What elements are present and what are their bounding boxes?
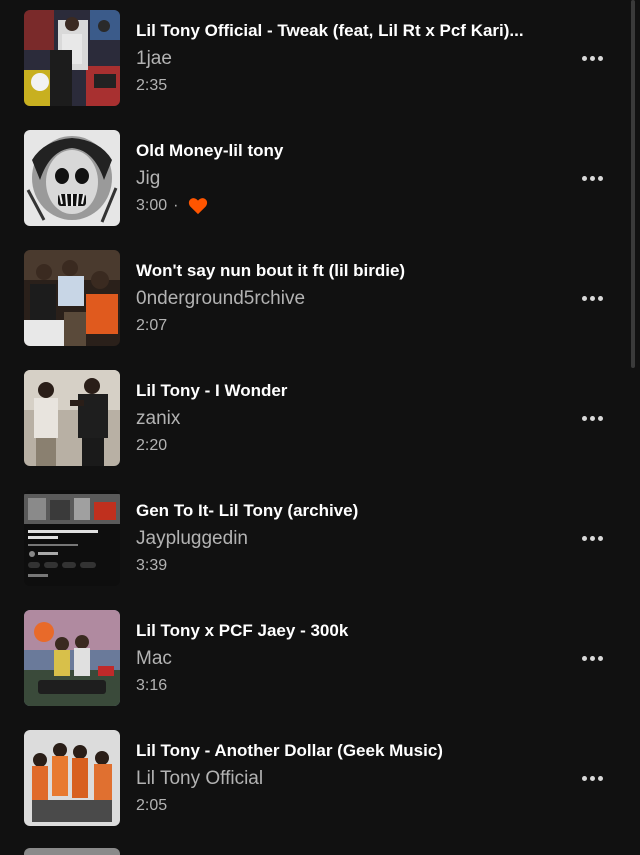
track-meta: 2:20 xyxy=(136,435,556,457)
track-row[interactable]: Gen To It- Lil Tony (archive) Jayplugged… xyxy=(0,490,640,610)
track-list: Lil Tony Official - Tweak (feat, Lil Rt … xyxy=(0,10,640,850)
track-row[interactable]: Won't say nun bout it ft (lil birdie) 0n… xyxy=(0,250,640,370)
heart-icon[interactable] xyxy=(188,197,208,215)
track-meta: 2:35 xyxy=(136,75,556,97)
track-meta: 2:05 xyxy=(136,795,556,817)
video-screenshot-artwork[interactable] xyxy=(24,490,120,586)
more-options-icon[interactable] xyxy=(576,648,608,668)
track-meta: 2:07 xyxy=(136,315,556,337)
collage-artwork[interactable] xyxy=(24,10,120,106)
track-title[interactable]: Gen To It- Lil Tony (archive) xyxy=(136,500,556,522)
track-artist[interactable]: zanix xyxy=(136,407,556,431)
track-duration: 2:07 xyxy=(136,317,168,334)
track-meta: 3:39 xyxy=(136,555,556,577)
track-duration: 2:05 xyxy=(136,797,168,814)
more-options-icon[interactable] xyxy=(576,168,608,188)
track-info: Old Money-lil tony Jig 3:00 · xyxy=(136,140,556,217)
track-info: Won't say nun bout it ft (lil birdie) 0n… xyxy=(136,260,556,337)
track-info: Lil Tony Official - Tweak (feat, Lil Rt … xyxy=(136,20,556,97)
track-duration: 3:00 xyxy=(136,197,168,214)
more-options-icon[interactable] xyxy=(576,528,608,548)
track-artist[interactable]: Mac xyxy=(136,647,556,671)
track-title[interactable]: Lil Tony x PCF Jaey - 300k xyxy=(136,620,556,642)
track-title[interactable]: Won't say nun bout it ft (lil birdie) xyxy=(136,260,556,282)
track-row[interactable]: Lil Tony Official - Tweak (feat, Lil Rt … xyxy=(0,10,640,130)
more-options-icon[interactable] xyxy=(576,768,608,788)
track-duration: 3:39 xyxy=(136,557,168,574)
partial-artwork xyxy=(24,848,120,855)
track-info: Lil Tony x PCF Jaey - 300k Mac 3:16 xyxy=(136,620,556,697)
two-people-photo-artwork[interactable] xyxy=(24,370,120,466)
track-duration: 3:16 xyxy=(136,677,168,694)
track-artist[interactable]: Lil Tony Official xyxy=(136,767,556,791)
track-title[interactable]: Lil Tony - Another Dollar (Geek Music) xyxy=(136,740,556,762)
track-row[interactable]: Lil Tony - I Wonder zanix 2:20 xyxy=(0,370,640,490)
track-meta: 3:00 · xyxy=(136,195,556,217)
track-artist[interactable]: Jaypluggedin xyxy=(136,527,556,551)
horror-face-artwork[interactable] xyxy=(24,130,120,226)
track-row[interactable]: Lil Tony x PCF Jaey - 300k Mac 3:16 xyxy=(0,610,640,730)
track-artist[interactable]: 0nderground5rchive xyxy=(136,287,556,311)
track-info: Lil Tony - I Wonder zanix 2:20 xyxy=(136,380,556,457)
track-info: Lil Tony - Another Dollar (Geek Music) L… xyxy=(136,740,556,817)
group-orange-artwork[interactable] xyxy=(24,730,120,826)
track-row[interactable]: Lil Tony - Another Dollar (Geek Music) L… xyxy=(0,730,640,850)
track-artist[interactable]: 1jae xyxy=(136,47,556,71)
track-duration: 2:35 xyxy=(136,77,168,94)
track-title[interactable]: Lil Tony Official - Tweak (feat, Lil Rt … xyxy=(136,20,556,42)
cartoon-artwork[interactable] xyxy=(24,610,120,706)
more-options-icon[interactable] xyxy=(576,408,608,428)
track-duration: 2:20 xyxy=(136,437,168,454)
more-options-icon[interactable] xyxy=(576,48,608,68)
track-title[interactable]: Lil Tony - I Wonder xyxy=(136,380,556,402)
more-options-icon[interactable] xyxy=(576,288,608,308)
track-title[interactable]: Old Money-lil tony xyxy=(136,140,556,162)
meta-separator: · xyxy=(173,197,179,214)
track-artist[interactable]: Jig xyxy=(136,167,556,191)
track-row[interactable]: Old Money-lil tony Jig 3:00 · xyxy=(0,130,640,250)
group-photo-artwork[interactable] xyxy=(24,250,120,346)
track-info: Gen To It- Lil Tony (archive) Jayplugged… xyxy=(136,500,556,577)
track-meta: 3:16 xyxy=(136,675,556,697)
scrollbar[interactable] xyxy=(631,0,635,368)
